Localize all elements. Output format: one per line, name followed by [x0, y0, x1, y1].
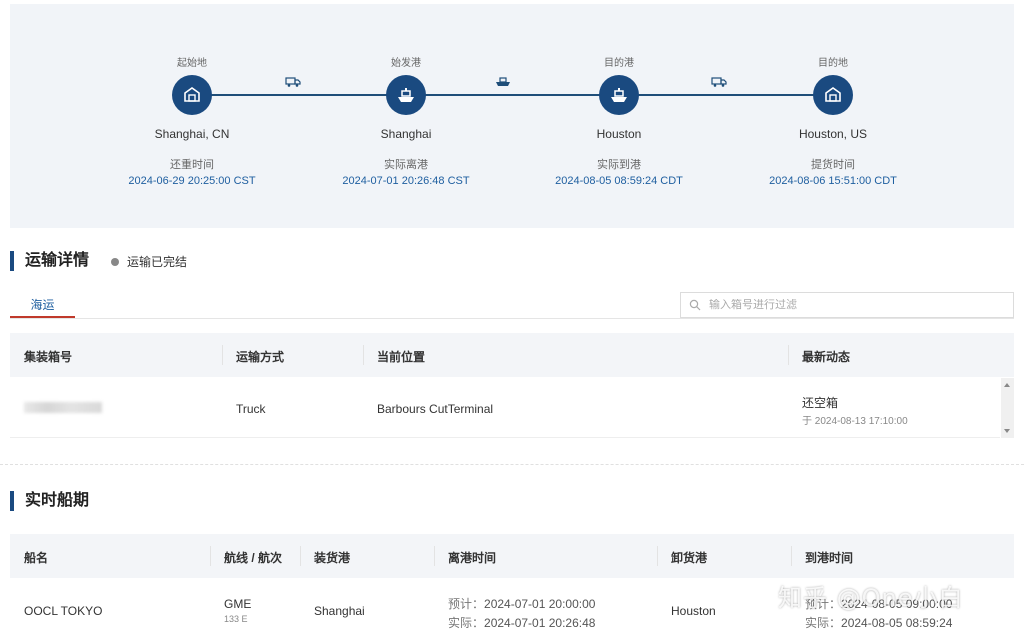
schedule-section-title: 实时船期: [10, 491, 89, 511]
col-header: 航线 / 航次: [224, 551, 283, 565]
search-input[interactable]: [709, 299, 989, 311]
tab-sea-freight[interactable]: 海运: [10, 296, 75, 318]
node-event: 实际离港: [384, 159, 428, 171]
node-time: 2024-06-29 20:25:00 CST: [128, 175, 256, 187]
col-header: 卸货港: [671, 551, 708, 565]
table-scrollbar[interactable]: [1001, 378, 1014, 438]
node-time: 2024-07-01 20:26:48 CST: [342, 175, 470, 187]
latest-status-time: 于 2024-08-13 17:10:00: [802, 416, 908, 427]
route-line: [190, 94, 830, 96]
truck-icon: [711, 77, 727, 87]
node-place: Houston, US: [798, 127, 868, 141]
node-time: 2024-08-06 15:51:00 CDT: [769, 175, 897, 187]
column-divider: [657, 546, 658, 566]
voyage-number: 133 E: [224, 614, 248, 624]
column-divider: [222, 345, 223, 365]
col-header: 离港时间: [448, 551, 497, 565]
status-text: 运输已完结: [127, 255, 188, 269]
column-divider: [434, 546, 435, 566]
node-type-label: 目的港: [604, 58, 634, 69]
column-divider: [791, 546, 792, 566]
node-place: Houston: [596, 127, 642, 141]
col-header: 到港时间: [805, 551, 854, 565]
watermark: 知乎 @One小白: [778, 584, 964, 612]
transport-status: 运输已完结: [111, 253, 187, 270]
schedule-table-header: 船名 航线 / 航次 装货港 离港时间 卸货港 到港时间: [10, 534, 1014, 578]
truck-icon: [285, 77, 301, 87]
container-table-header: 集装箱号 运输方式 当前位置 最新动态: [10, 333, 1014, 377]
discharge-port: Houston: [671, 604, 716, 618]
warehouse-icon: [813, 75, 853, 115]
node-event: 实际到港: [597, 159, 641, 171]
latest-status: 还空箱: [802, 396, 839, 410]
node-place: Shanghai, CN: [154, 127, 230, 141]
vessel-icon: [496, 77, 510, 86]
ship-icon: [386, 75, 426, 115]
current-location: Barbours CutTerminal: [377, 402, 494, 416]
column-divider: [210, 546, 211, 566]
node-type-label: 目的地: [818, 58, 848, 69]
col-header: 装货港: [314, 551, 351, 565]
arrival-actual: 实际：2024-08-05 08:59:24: [805, 614, 952, 631]
node-type-label: 始发港: [391, 58, 421, 69]
col-header: 最新动态: [802, 350, 851, 364]
node-time: 2024-08-05 08:59:24 CDT: [555, 175, 683, 187]
ship-icon: [599, 75, 639, 115]
actual-label: 实际：: [448, 616, 485, 630]
node-event: 提货时间: [811, 159, 855, 171]
search-icon: [689, 299, 701, 311]
estimated-time: 2024-07-01 20:00:00: [484, 597, 596, 611]
container-search[interactable]: [680, 292, 1014, 318]
scroll-down-icon[interactable]: [1004, 429, 1010, 433]
column-divider: [363, 345, 364, 365]
container-number-redacted: [24, 402, 102, 413]
route-panel: 起始地 Shanghai, CN 还重时间 2024-06-29 20:25:0…: [10, 4, 1014, 228]
tabs-divider: [10, 318, 1014, 319]
section-divider: [0, 464, 1024, 465]
scroll-up-icon[interactable]: [1004, 383, 1010, 387]
col-header: 运输方式: [236, 350, 285, 364]
col-header: 船名: [24, 551, 49, 565]
status-dot-icon: [111, 257, 119, 266]
departure-actual: 实际：2024-07-01 20:26:48: [448, 614, 595, 631]
transport-mode: Truck: [236, 402, 266, 416]
table-row[interactable]: Truck Barbours CutTerminal 还空箱 于 2024-08…: [10, 378, 1000, 438]
node-place: Shanghai: [380, 127, 432, 141]
vessel-name: OOCL TOKYO: [24, 604, 103, 618]
load-port: Shanghai: [314, 604, 365, 618]
column-divider: [300, 546, 301, 566]
node-type-label: 起始地: [177, 58, 207, 69]
warehouse-icon: [172, 75, 212, 115]
estimated-label: 预计：: [448, 597, 485, 611]
column-divider: [788, 345, 789, 365]
transport-section-title: 运输详情: [10, 251, 89, 271]
actual-label: 实际：: [805, 616, 842, 630]
departure-estimated: 预计：2024-07-01 20:00:00: [448, 595, 595, 612]
col-header: 当前位置: [377, 350, 426, 364]
actual-time: 2024-07-01 20:26:48: [484, 616, 596, 630]
actual-time: 2024-08-05 08:59:24: [841, 616, 953, 630]
node-event: 还重时间: [170, 159, 214, 171]
col-header: 集装箱号: [24, 350, 73, 364]
service-route: GME: [224, 597, 252, 611]
